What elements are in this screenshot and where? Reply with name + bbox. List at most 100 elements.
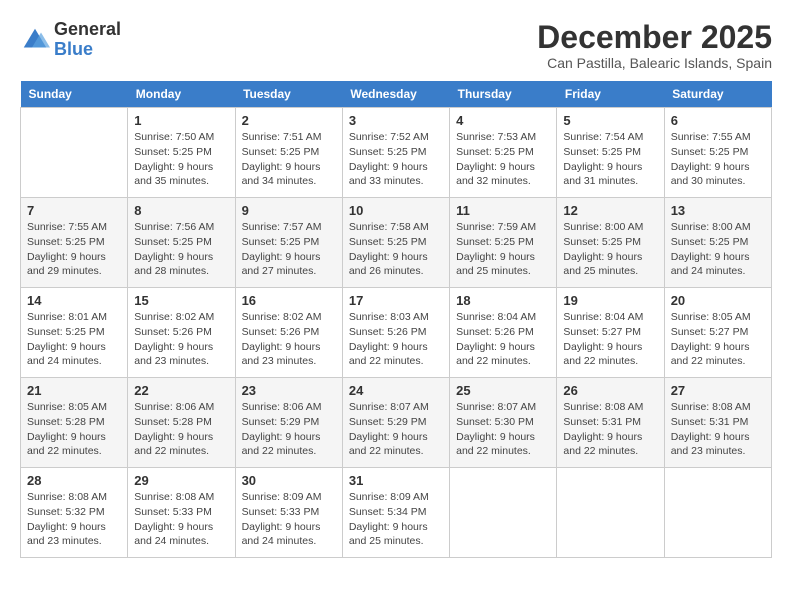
day-number: 14	[27, 293, 121, 308]
day-info: Sunrise: 7:51 AMSunset: 5:25 PMDaylight:…	[242, 130, 336, 189]
day-number: 10	[349, 203, 443, 218]
calendar-week-3: 14 Sunrise: 8:01 AMSunset: 5:25 PMDayligh…	[21, 288, 772, 378]
logo-general: General	[54, 19, 121, 39]
day-info: Sunrise: 8:08 AMSunset: 5:33 PMDaylight:…	[134, 490, 228, 549]
day-info: Sunrise: 7:59 AMSunset: 5:25 PMDaylight:…	[456, 220, 550, 279]
day-number: 27	[671, 383, 765, 398]
day-number: 9	[242, 203, 336, 218]
day-info: Sunrise: 7:55 AMSunset: 5:25 PMDaylight:…	[671, 130, 765, 189]
day-number: 15	[134, 293, 228, 308]
day-number: 13	[671, 203, 765, 218]
day-number: 23	[242, 383, 336, 398]
day-info: Sunrise: 8:06 AMSunset: 5:29 PMDaylight:…	[242, 400, 336, 459]
calendar-cell: 8 Sunrise: 7:56 AMSunset: 5:25 PMDaylight…	[128, 198, 235, 288]
day-number: 12	[563, 203, 657, 218]
day-info: Sunrise: 8:06 AMSunset: 5:28 PMDaylight:…	[134, 400, 228, 459]
calendar-cell: 16 Sunrise: 8:02 AMSunset: 5:26 PMDayligh…	[235, 288, 342, 378]
calendar-cell: 23 Sunrise: 8:06 AMSunset: 5:29 PMDayligh…	[235, 378, 342, 468]
day-info: Sunrise: 8:07 AMSunset: 5:30 PMDaylight:…	[456, 400, 550, 459]
day-info: Sunrise: 8:03 AMSunset: 5:26 PMDaylight:…	[349, 310, 443, 369]
calendar-cell: 11Sunrise: 7:59 AMSunset: 5:25 PMDayligh…	[450, 198, 557, 288]
calendar-cell: 15 Sunrise: 8:02 AMSunset: 5:26 PMDayligh…	[128, 288, 235, 378]
calendar-week-5: 28Sunrise: 8:08 AMSunset: 5:32 PMDayligh…	[21, 468, 772, 558]
calendar-cell: 31Sunrise: 8:09 AMSunset: 5:34 PMDayligh…	[342, 468, 449, 558]
day-info: Sunrise: 8:04 AMSunset: 5:27 PMDaylight:…	[563, 310, 657, 369]
calendar-cell: 30 Sunrise: 8:09 AMSunset: 5:33 PMDayligh…	[235, 468, 342, 558]
calendar-cell: 28Sunrise: 8:08 AMSunset: 5:32 PMDayligh…	[21, 468, 128, 558]
header-tuesday: Tuesday	[235, 81, 342, 108]
calendar-cell: 19Sunrise: 8:04 AMSunset: 5:27 PMDayligh…	[557, 288, 664, 378]
logo-icon	[20, 25, 50, 55]
logo-text: General Blue	[54, 20, 121, 60]
logo-blue: Blue	[54, 39, 93, 59]
day-number: 2	[242, 113, 336, 128]
day-info: Sunrise: 7:56 AMSunset: 5:25 PMDaylight:…	[134, 220, 228, 279]
day-number: 29	[134, 473, 228, 488]
day-info: Sunrise: 7:52 AMSunset: 5:25 PMDaylight:…	[349, 130, 443, 189]
day-number: 3	[349, 113, 443, 128]
day-info: Sunrise: 8:04 AMSunset: 5:26 PMDaylight:…	[456, 310, 550, 369]
day-number: 4	[456, 113, 550, 128]
day-number: 25	[456, 383, 550, 398]
header-monday: Monday	[128, 81, 235, 108]
calendar-cell: 14 Sunrise: 8:01 AMSunset: 5:25 PMDayligh…	[21, 288, 128, 378]
day-info: Sunrise: 7:50 AMSunset: 5:25 PMDaylight:…	[134, 130, 228, 189]
calendar-subtitle: Can Pastilla, Balearic Islands, Spain	[537, 55, 772, 71]
day-number: 21	[27, 383, 121, 398]
day-number: 26	[563, 383, 657, 398]
day-info: Sunrise: 8:05 AMSunset: 5:28 PMDaylight:…	[27, 400, 121, 459]
day-number: 1	[134, 113, 228, 128]
page-header: General Blue December 2025 Can Pastilla,…	[20, 20, 772, 71]
calendar-cell	[557, 468, 664, 558]
calendar-cell: 21 Sunrise: 8:05 AMSunset: 5:28 PMDayligh…	[21, 378, 128, 468]
day-number: 18	[456, 293, 550, 308]
header-sunday: Sunday	[21, 81, 128, 108]
day-info: Sunrise: 8:09 AMSunset: 5:33 PMDaylight:…	[242, 490, 336, 549]
day-number: 7	[27, 203, 121, 218]
day-number: 28	[27, 473, 121, 488]
day-info: Sunrise: 8:08 AMSunset: 5:31 PMDaylight:…	[563, 400, 657, 459]
day-number: 5	[563, 113, 657, 128]
calendar-header-row: SundayMondayTuesdayWednesdayThursdayFrid…	[21, 81, 772, 108]
calendar-cell: 22Sunrise: 8:06 AMSunset: 5:28 PMDayligh…	[128, 378, 235, 468]
calendar-cell: 6 Sunrise: 7:55 AMSunset: 5:25 PMDaylight…	[664, 108, 771, 198]
day-number: 30	[242, 473, 336, 488]
day-number: 6	[671, 113, 765, 128]
day-info: Sunrise: 8:02 AMSunset: 5:26 PMDaylight:…	[242, 310, 336, 369]
calendar-cell: 10 Sunrise: 7:58 AMSunset: 5:25 PMDayligh…	[342, 198, 449, 288]
calendar-cell: 18 Sunrise: 8:04 AMSunset: 5:26 PMDayligh…	[450, 288, 557, 378]
calendar-cell: 25 Sunrise: 8:07 AMSunset: 5:30 PMDayligh…	[450, 378, 557, 468]
calendar-cell: 27 Sunrise: 8:08 AMSunset: 5:31 PMDayligh…	[664, 378, 771, 468]
day-number: 16	[242, 293, 336, 308]
day-info: Sunrise: 8:08 AMSunset: 5:31 PMDaylight:…	[671, 400, 765, 459]
header-friday: Friday	[557, 81, 664, 108]
calendar-cell: 1 Sunrise: 7:50 AMSunset: 5:25 PMDaylight…	[128, 108, 235, 198]
calendar-cell: 3 Sunrise: 7:52 AMSunset: 5:25 PMDaylight…	[342, 108, 449, 198]
day-info: Sunrise: 7:54 AMSunset: 5:25 PMDaylight:…	[563, 130, 657, 189]
calendar-week-4: 21 Sunrise: 8:05 AMSunset: 5:28 PMDayligh…	[21, 378, 772, 468]
calendar-cell: 7Sunrise: 7:55 AMSunset: 5:25 PMDaylight…	[21, 198, 128, 288]
header-saturday: Saturday	[664, 81, 771, 108]
calendar-cell: 20 Sunrise: 8:05 AMSunset: 5:27 PMDayligh…	[664, 288, 771, 378]
calendar-cell: 4 Sunrise: 7:53 AMSunset: 5:25 PMDaylight…	[450, 108, 557, 198]
calendar-title: December 2025	[537, 20, 772, 55]
day-number: 8	[134, 203, 228, 218]
title-section: December 2025 Can Pastilla, Balearic Isl…	[537, 20, 772, 71]
calendar-cell: 2 Sunrise: 7:51 AMSunset: 5:25 PMDaylight…	[235, 108, 342, 198]
day-info: Sunrise: 8:02 AMSunset: 5:26 PMDaylight:…	[134, 310, 228, 369]
calendar-cell: 12Sunrise: 8:00 AMSunset: 5:25 PMDayligh…	[557, 198, 664, 288]
day-number: 20	[671, 293, 765, 308]
day-number: 31	[349, 473, 443, 488]
day-info: Sunrise: 7:57 AMSunset: 5:25 PMDaylight:…	[242, 220, 336, 279]
day-info: Sunrise: 8:00 AMSunset: 5:25 PMDaylight:…	[671, 220, 765, 279]
day-info: Sunrise: 8:05 AMSunset: 5:27 PMDaylight:…	[671, 310, 765, 369]
header-thursday: Thursday	[450, 81, 557, 108]
calendar-cell: 13 Sunrise: 8:00 AMSunset: 5:25 PMDayligh…	[664, 198, 771, 288]
day-info: Sunrise: 7:53 AMSunset: 5:25 PMDaylight:…	[456, 130, 550, 189]
header-wednesday: Wednesday	[342, 81, 449, 108]
calendar-cell: 9 Sunrise: 7:57 AMSunset: 5:25 PMDaylight…	[235, 198, 342, 288]
day-number: 24	[349, 383, 443, 398]
day-info: Sunrise: 8:01 AMSunset: 5:25 PMDaylight:…	[27, 310, 121, 369]
day-info: Sunrise: 7:58 AMSunset: 5:25 PMDaylight:…	[349, 220, 443, 279]
day-info: Sunrise: 8:07 AMSunset: 5:29 PMDaylight:…	[349, 400, 443, 459]
